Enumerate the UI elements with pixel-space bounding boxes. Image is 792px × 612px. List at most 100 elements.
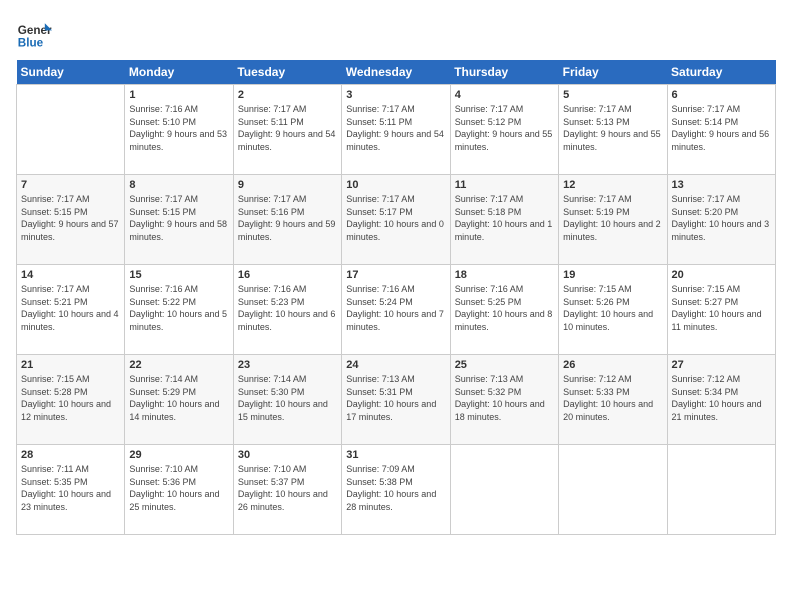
calendar-cell: 28 Sunrise: 7:11 AMSunset: 5:35 PMDayligh… [17,445,125,535]
day-number: 2 [238,89,337,101]
calendar-cell [559,445,667,535]
cell-info: Sunrise: 7:16 AMSunset: 5:23 PMDaylight:… [238,283,337,333]
day-number: 6 [672,89,771,101]
calendar-cell [450,445,558,535]
calendar-cell: 19Sunrise: 7:15 AMSunset: 5:26 PMDayligh… [559,265,667,355]
cell-info: Sunrise: 7:14 AMSunset: 5:30 PMDaylight:… [238,373,337,423]
cell-info: Sunrise: 7:16 AMSunset: 5:22 PMDaylight:… [129,283,228,333]
calendar-cell: 23 Sunrise: 7:14 AMSunset: 5:30 PMDayligh… [233,355,341,445]
cell-info: Sunrise: 7:17 AMSunset: 5:15 PMDaylight:… [21,193,120,243]
cell-info: Sunrise: 7:17 AMSunset: 5:20 PMDaylight:… [672,193,771,243]
cell-info: Sunrise: 7:17 AMSunset: 5:21 PMDaylight:… [21,283,120,333]
day-number: 9 [238,179,337,191]
day-number: 17 [346,269,445,281]
calendar-week-row: 7 Sunrise: 7:17 AMSunset: 5:15 PMDaylight… [17,175,776,265]
calendar-cell: 25 Sunrise: 7:13 AMSunset: 5:32 PMDayligh… [450,355,558,445]
day-header-tuesday: Tuesday [233,60,341,85]
cell-info: Sunrise: 7:12 AMSunset: 5:33 PMDaylight:… [563,373,662,423]
cell-info: Sunrise: 7:17 AMSunset: 5:16 PMDaylight:… [238,193,337,243]
calendar-cell: 8Sunrise: 7:17 AMSunset: 5:15 PMDaylight… [125,175,233,265]
day-number: 31 [346,449,445,461]
day-number: 16 [238,269,337,281]
calendar-week-row: 1Sunrise: 7:16 AMSunset: 5:10 PMDaylight… [17,85,776,175]
calendar-cell: 29Sunrise: 7:10 AMSunset: 5:36 PMDayligh… [125,445,233,535]
calendar-cell: 21 Sunrise: 7:15 AMSunset: 5:28 PMDayligh… [17,355,125,445]
cell-info: Sunrise: 7:15 AMSunset: 5:26 PMDaylight:… [563,283,662,333]
calendar-cell: 14 Sunrise: 7:17 AMSunset: 5:21 PMDayligh… [17,265,125,355]
calendar-week-row: 21 Sunrise: 7:15 AMSunset: 5:28 PMDayligh… [17,355,776,445]
day-number: 5 [563,89,662,101]
cell-info: Sunrise: 7:17 AMSunset: 5:17 PMDaylight:… [346,193,445,243]
calendar-cell: 11 Sunrise: 7:17 AMSunset: 5:18 PMDayligh… [450,175,558,265]
day-header-sunday: Sunday [17,60,125,85]
calendar-cell: 12 Sunrise: 7:17 AMSunset: 5:19 PMDayligh… [559,175,667,265]
calendar-cell: 27 Sunrise: 7:12 AMSunset: 5:34 PMDayligh… [667,355,775,445]
calendar-cell: 17Sunrise: 7:16 AMSunset: 5:24 PMDayligh… [342,265,450,355]
calendar-cell: 4Sunrise: 7:17 AMSunset: 5:12 PMDaylight… [450,85,558,175]
cell-info: Sunrise: 7:15 AMSunset: 5:28 PMDaylight:… [21,373,120,423]
day-number: 18 [455,269,554,281]
cell-info: Sunrise: 7:12 AMSunset: 5:34 PMDaylight:… [672,373,771,423]
calendar-week-row: 14 Sunrise: 7:17 AMSunset: 5:21 PMDayligh… [17,265,776,355]
calendar-header-row: SundayMondayTuesdayWednesdayThursdayFrid… [17,60,776,85]
day-number: 8 [129,179,228,191]
day-number: 23 [238,359,337,371]
calendar-cell [667,445,775,535]
day-number: 11 [455,179,554,191]
logo: General Blue [16,16,52,52]
day-number: 21 [21,359,120,371]
calendar-cell: 1Sunrise: 7:16 AMSunset: 5:10 PMDaylight… [125,85,233,175]
cell-info: Sunrise: 7:17 AMSunset: 5:11 PMDaylight:… [238,103,337,153]
calendar-cell: 18 Sunrise: 7:16 AMSunset: 5:25 PMDayligh… [450,265,558,355]
calendar-cell: 2 Sunrise: 7:17 AMSunset: 5:11 PMDaylight… [233,85,341,175]
day-number: 25 [455,359,554,371]
day-header-monday: Monday [125,60,233,85]
day-number: 14 [21,269,120,281]
calendar-cell: 16 Sunrise: 7:16 AMSunset: 5:23 PMDayligh… [233,265,341,355]
cell-info: Sunrise: 7:16 AMSunset: 5:25 PMDaylight:… [455,283,554,333]
day-number: 15 [129,269,228,281]
cell-info: Sunrise: 7:13 AMSunset: 5:31 PMDaylight:… [346,373,445,423]
day-header-thursday: Thursday [450,60,558,85]
day-number: 12 [563,179,662,191]
day-number: 28 [21,449,120,461]
day-header-friday: Friday [559,60,667,85]
cell-info: Sunrise: 7:17 AMSunset: 5:14 PMDaylight:… [672,103,771,153]
day-number: 26 [563,359,662,371]
calendar-cell: 10 Sunrise: 7:17 AMSunset: 5:17 PMDayligh… [342,175,450,265]
day-number: 24 [346,359,445,371]
day-number: 20 [672,269,771,281]
day-number: 27 [672,359,771,371]
calendar-cell: 26 Sunrise: 7:12 AMSunset: 5:33 PMDayligh… [559,355,667,445]
cell-info: Sunrise: 7:14 AMSunset: 5:29 PMDaylight:… [129,373,228,423]
svg-text:Blue: Blue [18,37,44,50]
cell-info: Sunrise: 7:17 AMSunset: 5:19 PMDaylight:… [563,193,662,243]
calendar-cell: 3Sunrise: 7:17 AMSunset: 5:11 PMDaylight… [342,85,450,175]
cell-info: Sunrise: 7:11 AMSunset: 5:35 PMDaylight:… [21,463,120,513]
calendar-cell: 6 Sunrise: 7:17 AMSunset: 5:14 PMDaylight… [667,85,775,175]
calendar-cell: 5 Sunrise: 7:17 AMSunset: 5:13 PMDaylight… [559,85,667,175]
page-header: General Blue [16,16,776,52]
calendar-cell [17,85,125,175]
cell-info: Sunrise: 7:10 AMSunset: 5:36 PMDaylight:… [129,463,228,513]
cell-info: Sunrise: 7:15 AMSunset: 5:27 PMDaylight:… [672,283,771,333]
day-header-wednesday: Wednesday [342,60,450,85]
day-number: 10 [346,179,445,191]
calendar-cell: 22 Sunrise: 7:14 AMSunset: 5:29 PMDayligh… [125,355,233,445]
cell-info: Sunrise: 7:16 AMSunset: 5:10 PMDaylight:… [129,103,228,153]
calendar-cell: 30Sunrise: 7:10 AMSunset: 5:37 PMDayligh… [233,445,341,535]
cell-info: Sunrise: 7:17 AMSunset: 5:11 PMDaylight:… [346,103,445,153]
cell-info: Sunrise: 7:17 AMSunset: 5:18 PMDaylight:… [455,193,554,243]
day-number: 4 [455,89,554,101]
calendar-table: SundayMondayTuesdayWednesdayThursdayFrid… [16,60,776,535]
cell-info: Sunrise: 7:17 AMSunset: 5:13 PMDaylight:… [563,103,662,153]
calendar-week-row: 28 Sunrise: 7:11 AMSunset: 5:35 PMDayligh… [17,445,776,535]
day-number: 7 [21,179,120,191]
logo-icon: General Blue [16,16,52,52]
calendar-cell: 24 Sunrise: 7:13 AMSunset: 5:31 PMDayligh… [342,355,450,445]
calendar-cell: 13Sunrise: 7:17 AMSunset: 5:20 PMDayligh… [667,175,775,265]
calendar-cell: 9 Sunrise: 7:17 AMSunset: 5:16 PMDaylight… [233,175,341,265]
cell-info: Sunrise: 7:09 AMSunset: 5:38 PMDaylight:… [346,463,445,513]
day-number: 22 [129,359,228,371]
cell-info: Sunrise: 7:13 AMSunset: 5:32 PMDaylight:… [455,373,554,423]
